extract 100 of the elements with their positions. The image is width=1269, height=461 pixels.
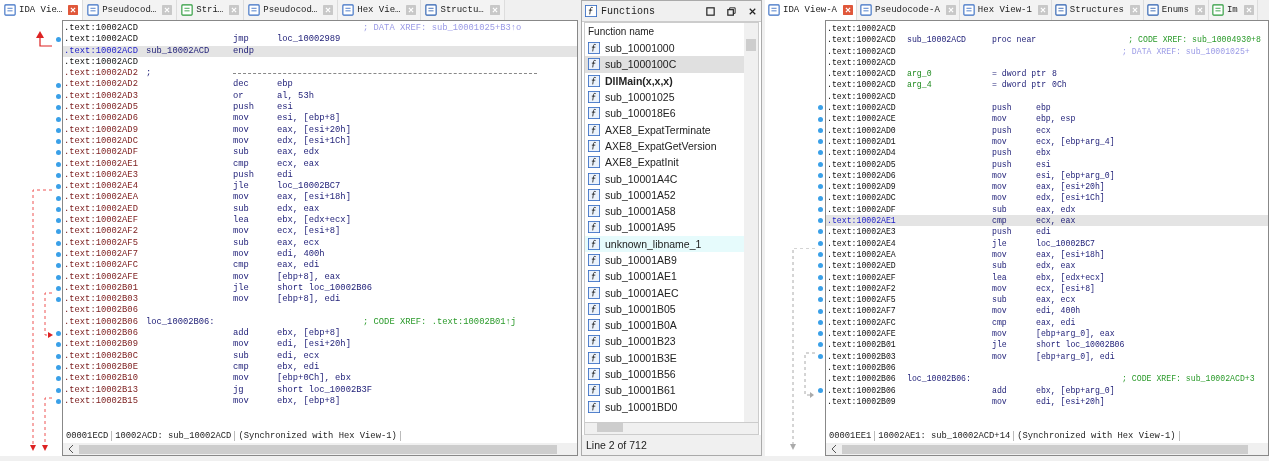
address-text: .text:10002ACD	[827, 45, 897, 57]
scroll-left-icon[interactable]	[67, 444, 75, 454]
function-item[interactable]: DllMain(x,x,x)	[585, 72, 744, 89]
address-text: .text:10002ACD	[64, 34, 139, 46]
function-item[interactable]: sub_10001AEC	[585, 284, 744, 301]
instruction-dot	[56, 127, 61, 133]
operand-text: eax, [esi+18h]	[1036, 248, 1106, 261]
instruction-dot	[818, 297, 823, 303]
mnemonic-text: = dword ptr	[992, 79, 1048, 91]
address-text: .text:10002AE4	[64, 181, 139, 193]
address-text: .text:10002AEA	[827, 248, 897, 261]
mnemonic-text: mov	[992, 135, 1008, 148]
address-text: .text:10002AD1	[827, 135, 897, 148]
operand-text: edx, eax	[277, 203, 321, 215]
address-text: .text:10002B01	[64, 282, 139, 295]
address-text: .text:10002AE1	[827, 215, 897, 227]
function-item[interactable]: unknown_libname_1	[585, 235, 744, 252]
address-text: .text:10002AE3	[64, 169, 139, 182]
mnemonic-text: or	[233, 90, 245, 102]
operand-text: eax, [esi+20h]	[277, 124, 352, 136]
function-item[interactable]: AXE8_ExpatTerminate	[585, 121, 744, 138]
instruction-dot	[56, 263, 61, 269]
operand-text: ebx	[1036, 147, 1052, 159]
view-tab[interactable]: Pseudocode-A	[857, 0, 960, 20]
operand-text: ebp, esp	[1036, 113, 1077, 125]
address-text: .text:10002AFE	[827, 328, 897, 340]
operand-text: ecx, [ebp+arg_4]	[1036, 135, 1116, 148]
horizontal-scrollbar[interactable]	[826, 443, 1268, 455]
instruction-dot	[56, 398, 61, 404]
mnemonic-text: sub	[233, 237, 250, 249]
address-text: .text:10002B09	[827, 395, 897, 408]
operand-text: ecx, eax	[277, 158, 321, 170]
function-icon	[588, 286, 600, 299]
operand-text: eax, ecx	[1036, 294, 1077, 306]
view-tab[interactable]: IDA Vie…	[0, 0, 84, 20]
mnemonic-text: mov	[233, 373, 250, 385]
function-item[interactable]: sub_10001BD0	[585, 398, 744, 415]
function-item[interactable]: sub_10001B05	[585, 300, 744, 318]
function-item[interactable]: sub_10001B3E	[585, 349, 744, 366]
function-item[interactable]: AXE8_ExpatGetVersion	[585, 137, 744, 155]
scroll-left-icon[interactable]	[830, 444, 838, 454]
function-item[interactable]: sub_10001AB9	[585, 251, 744, 269]
operand-text: [ebp+arg_0], eax	[1036, 328, 1116, 340]
function-item[interactable]: sub_10001A4C	[585, 170, 744, 187]
address-text: .text:10002B0C	[64, 350, 139, 362]
function-item[interactable]: sub_10001025	[585, 88, 744, 106]
function-item[interactable]: sub_10001B0A	[585, 317, 744, 334]
operand-text: al, 53h	[277, 90, 315, 102]
operand-text: loc_10002BC7	[277, 181, 342, 192]
restore-icon[interactable]	[726, 5, 737, 17]
function-item[interactable]: sub_10001B56	[585, 365, 744, 383]
address-text: .text:10002ACD	[827, 34, 897, 46]
function-item[interactable]: sub_10001B23	[585, 333, 744, 350]
function-icon	[588, 205, 600, 218]
function-item[interactable]: sub_10001000	[585, 40, 744, 57]
function-item[interactable]: AXE8_ExpatInit	[585, 154, 744, 171]
function-icon	[588, 172, 600, 185]
instruction-dot	[818, 127, 823, 133]
mnemonic-text: mov	[233, 339, 250, 351]
function-item[interactable]: sub_10001A95	[585, 219, 744, 236]
address-text: .text:10002AD2	[64, 79, 139, 91]
address-text: .text:10002ACD	[827, 56, 897, 69]
mnemonic-text: jg	[233, 384, 245, 396]
function-icon	[588, 58, 600, 71]
function-icon	[585, 5, 597, 17]
mnemonic-text: push	[992, 124, 1013, 136]
view-tab[interactable]: IDA View-A	[765, 0, 857, 20]
operand-text: edi, ecx	[277, 350, 321, 362]
instruction-dot	[56, 218, 61, 224]
label-text: loc_10002B06:	[907, 373, 972, 385]
address-text: .text:10002AF2	[64, 226, 139, 238]
address-text: .text:10002B06	[827, 373, 897, 385]
mnemonic-text: add	[233, 328, 250, 340]
instruction-dot	[818, 274, 823, 280]
instruction-dot	[818, 263, 823, 269]
function-icon	[588, 368, 600, 381]
function-item[interactable]: sub_1000100C	[585, 56, 744, 73]
function-icon	[588, 351, 600, 364]
mnemonic-text: sub	[233, 147, 250, 159]
address-text: .text:10002AF2	[827, 282, 897, 295]
operand-text: esi	[277, 102, 294, 113]
function-item[interactable]: sub_10001B61	[585, 382, 744, 399]
mnemonic-text: mov	[992, 305, 1008, 317]
function-item[interactable]: sub_10001A58	[585, 202, 744, 220]
mnemonic-text: lea	[233, 215, 250, 227]
address-text: .text:10002AF7	[827, 305, 897, 317]
maximize-icon[interactable]	[705, 5, 716, 17]
horizontal-scrollbar[interactable]	[584, 423, 759, 435]
address-text: .text:10002AD0	[827, 124, 897, 136]
comment-text: ; CODE XREF: .text:10002B01↑j	[363, 316, 517, 328]
view-tab-icon	[962, 4, 975, 16]
address-text: .text:10002B0E	[64, 361, 139, 374]
horizontal-scrollbar[interactable]	[63, 443, 577, 455]
operand-text: ebp	[1036, 102, 1052, 114]
function-item[interactable]: sub_100018E6	[585, 105, 744, 122]
function-item[interactable]: sub_10001AE1	[585, 268, 744, 285]
column-header[interactable]: Function name	[585, 23, 744, 40]
vertical-scrollbar[interactable]	[744, 23, 758, 422]
function-item[interactable]: sub_10001A52	[585, 186, 744, 203]
instruction-dot	[818, 331, 823, 337]
